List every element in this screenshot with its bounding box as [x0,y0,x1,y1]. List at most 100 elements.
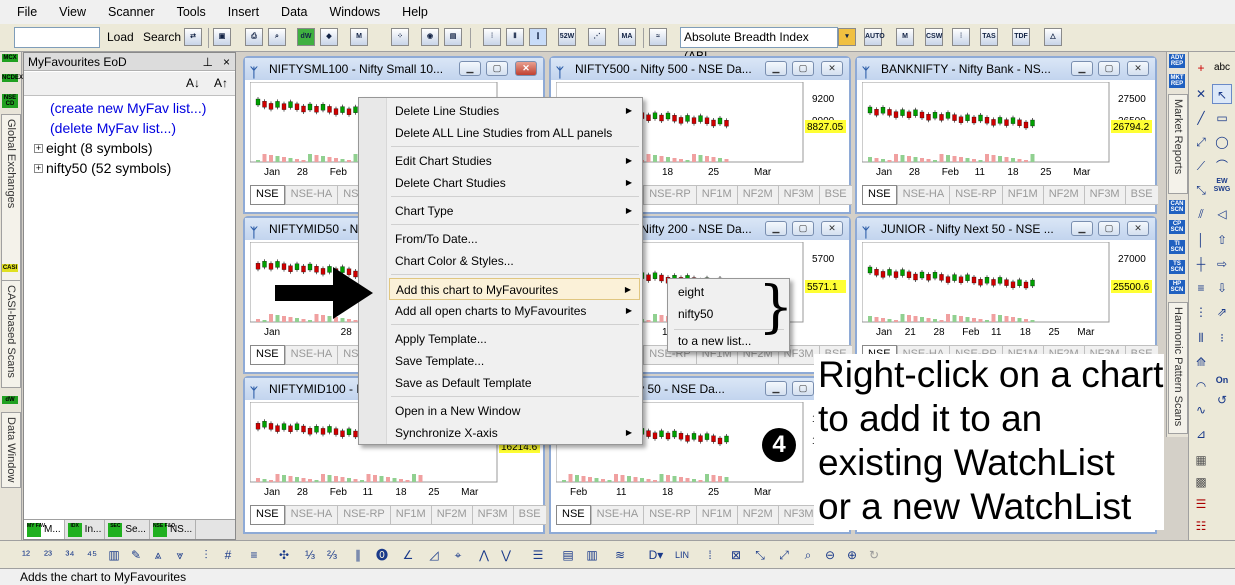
exchange-tab[interactable]: NF2M [1042,185,1084,205]
auto-fibo-icon[interactable]: AUTO [864,28,885,46]
magnifier-icon[interactable]: ⌕ [798,545,818,565]
exchange-tab[interactable]: NSE-RP [949,185,1002,205]
symbol-input[interactable] [14,27,100,48]
zoom-in-icon[interactable]: ⊕ [842,545,862,565]
ncdex-badge[interactable]: NCDEX [2,74,23,82]
exchange-tab[interactable]: NF2M [736,505,778,525]
tdf-icon[interactable]: TDF [1012,28,1030,46]
refresh-icon[interactable]: ↻ [864,545,884,565]
maximize-button[interactable]: ▢ [792,61,814,76]
minimize-button[interactable]: ▁ [765,221,787,236]
tab-myfav[interactable]: MY FAV M... [24,520,65,539]
plus-icon[interactable]: + [1191,58,1211,78]
price-chart[interactable]: 275002650026794.2Jan28Feb111825Mar [862,82,1152,177]
context-menu-item[interactable]: Synchronize X-axis ▶ [389,422,640,444]
equal-lines-icon[interactable]: ≡ [244,545,264,565]
exchange-tab[interactable]: BSE [818,185,852,205]
channel-icon[interactable]: ⫽ [1191,204,1211,224]
a-wave-icon[interactable]: ⩓ [148,545,168,565]
close-button[interactable]: ✕ [1127,221,1149,236]
list-icon[interactable]: ☰ [528,545,548,565]
menu-view[interactable]: View [48,0,97,24]
chart-type-icon[interactable]: ⇄ [184,28,202,46]
candle-icon[interactable]: ⫿ [529,28,547,46]
fan-icon[interactable]: ⟰ [1191,352,1211,372]
wave-icon[interactable]: △ [1044,28,1062,46]
number-four-icon[interactable]: ⁴⁵ [82,545,102,565]
bars-icon[interactable]: ⫴ [506,28,524,46]
maximize-button[interactable]: ▢ [792,381,814,396]
exchange-tab[interactable]: NF2M [736,185,778,205]
can-scn-badge[interactable]: CAN SCN [1169,200,1185,214]
fib-levels-icon[interactable]: ⁝ [1212,328,1232,348]
cycle-icon[interactable]: ∿ [1191,400,1211,420]
exchange-tab[interactable]: NF1M [695,185,737,205]
volume-icon[interactable]: ⫶ [483,28,501,46]
dw-badge[interactable]: dW [2,396,18,404]
ts-scn-badge[interactable]: TS SCN [1169,260,1185,274]
document-icon[interactable]: ▤ [558,545,578,565]
stop-loss-icon[interactable]: ⤡ [1191,180,1211,200]
globe-icon[interactable]: ◉ [421,28,439,46]
submenu-item-new-list[interactable]: to a new list... [678,334,751,348]
exchange-tab[interactable]: NSE-HA [590,505,644,525]
layers-icon[interactable]: ☷ [1191,516,1211,536]
context-menu-item[interactable]: Delete Chart Studies ▶ [389,172,640,194]
ti-scn-badge[interactable]: TI SCN [1169,240,1185,254]
grid-icon[interactable]: ▦ [1191,450,1211,470]
list-item[interactable]: + eight (8 symbols) [34,140,153,156]
parallel-icon[interactable]: ∥ [348,545,368,565]
m-pvt-icon[interactable]: M [896,28,914,46]
fit-icon[interactable]: ⤡ [750,545,770,565]
regression-icon[interactable]: ⊿ [1191,424,1211,444]
context-menu-item[interactable]: Edit Chart Studies ▶ [389,150,640,172]
checker-icon[interactable]: ▩ [1191,472,1211,492]
number-two-icon[interactable]: ²³ [38,545,58,565]
stack-icon[interactable]: ☰ [1191,494,1211,514]
minimize-button[interactable]: ▁ [765,61,787,76]
studies-icon[interactable]: ≈ [649,28,667,46]
print-preview-icon[interactable]: ⌕ [268,28,286,46]
mcx-badge[interactable]: MCX [2,54,18,62]
hash-icon[interactable]: # [218,545,238,565]
exchange-tab[interactable]: NSE-HA [284,345,338,365]
arrow-up-right-icon[interactable]: ⇗ [1212,302,1232,322]
b-wave-icon[interactable]: ⩔ [170,545,190,565]
context-menu-item[interactable]: Delete Line Studies ▶ [389,100,640,122]
tab-sectors[interactable]: SEC Se... [105,520,150,539]
fib-icon[interactable]: ≡ [1191,278,1211,298]
exchange-tab[interactable]: NSE-HA [284,185,338,205]
rectangle-icon[interactable]: ▭ [1212,108,1232,128]
close-button[interactable]: ✕ [515,61,537,76]
exchange-tab[interactable]: NF3M [777,185,819,205]
pin-icon[interactable]: ⊥ [203,53,213,71]
wave-count-icon[interactable]: ≋ [610,545,630,565]
casi-badge[interactable]: CASI [2,264,18,272]
menu-file[interactable]: File [6,0,48,24]
exchange-tab[interactable]: BSE [1124,185,1158,205]
maximize-button[interactable]: ▢ [486,61,508,76]
menu-scanner[interactable]: Scanner [97,0,166,24]
triangle-icon[interactable]: ◿ [424,545,444,565]
dropdown-d-icon[interactable]: D▾ [646,545,666,565]
tab-market-reports[interactable]: Market Reports [1168,94,1188,194]
exchange-tab[interactable]: NSE-RP [643,185,696,205]
marker-icon[interactable]: M [350,28,368,46]
exchange-tab[interactable]: NSE-RP [337,505,390,525]
horizontal-line-icon[interactable]: ┼ [1191,254,1211,274]
record-icon[interactable]: ⓿ [372,545,392,565]
menu-data[interactable]: Data [270,0,318,24]
pattern-icon[interactable]: ⋰ [588,28,606,46]
minimize-button[interactable]: ▁ [1071,221,1093,236]
tas-icon[interactable]: TAS [980,28,998,46]
zoom-out-icon[interactable]: ⊖ [820,545,840,565]
cross-lines-icon[interactable]: ✣ [274,545,294,565]
arrow-down-icon[interactable]: ⇩ [1212,278,1232,298]
arrow-up-icon[interactable]: ⇧ [1212,230,1232,250]
save-icon[interactable]: ▣ [213,28,231,46]
dots-icon[interactable]: ⁞ [700,545,720,565]
exchange-tab[interactable]: NF3M [777,505,819,525]
context-menu-item[interactable]: Open in a New Window [389,400,640,422]
minimize-button[interactable]: ▁ [1071,61,1093,76]
reset-icon[interactable]: ↺ [1212,390,1232,410]
